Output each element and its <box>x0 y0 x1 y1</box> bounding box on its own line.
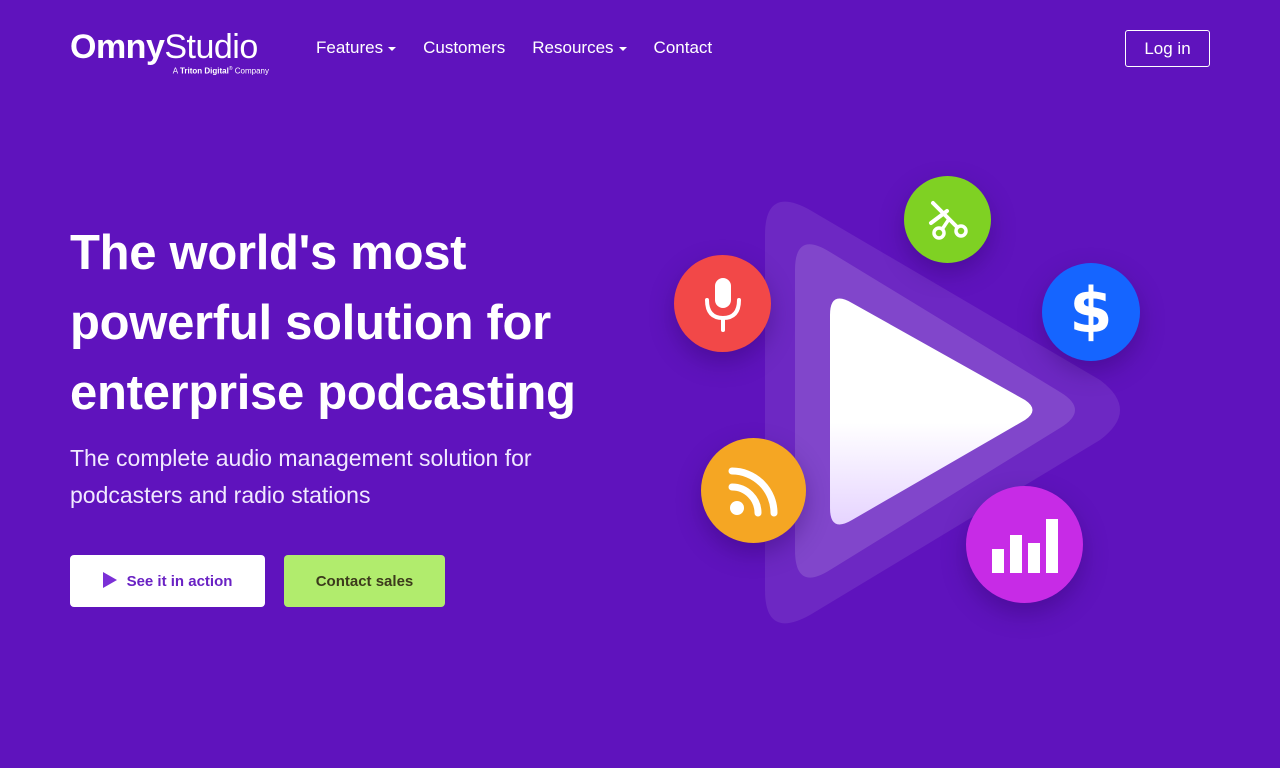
logo-tagline: A Triton Digital® Company <box>172 66 269 76</box>
tagline-brand: Triton Digital <box>179 66 229 76</box>
omny-studio-logo[interactable]: OmnyStudio A Triton Digital® Company <box>70 28 270 76</box>
hero-title-line: powerful solution for <box>70 296 551 350</box>
see-it-in-action-button[interactable]: See it in action <box>70 555 265 607</box>
dollar-icon: $ <box>1042 263 1140 361</box>
hero-title-line: enterprise podcasting <box>70 366 576 420</box>
scissors-icon <box>904 176 991 263</box>
contact-sales-button[interactable]: Contact sales <box>284 555 445 607</box>
button-label: See it in action <box>126 572 233 590</box>
tagline-prefix: A <box>172 66 178 76</box>
logo-name-part1: Omny <box>70 28 165 66</box>
tagline-suffix: Company <box>234 66 269 76</box>
rss-icon <box>701 438 806 543</box>
chevron-down-icon <box>388 47 397 51</box>
nav-item-label: Features <box>316 38 384 57</box>
nav-item-label: Resources <box>532 38 614 57</box>
main-nav: Features Customers Resources Contact <box>316 36 739 60</box>
hero-title-line: The world's most <box>70 226 467 280</box>
chevron-down-icon <box>618 47 627 51</box>
microphone-icon <box>674 255 771 352</box>
logo-name-part2: Studio <box>164 28 258 66</box>
login-button[interactable]: Log in <box>1125 30 1210 67</box>
nav-item-customers[interactable]: Customers <box>423 36 505 60</box>
logo-wordmark: OmnyStudio <box>70 28 258 66</box>
nav-item-features[interactable]: Features <box>316 36 397 60</box>
nav-item-label: Customers <box>423 38 506 57</box>
play-icon <box>102 571 117 588</box>
nav-item-resources[interactable]: Resources <box>532 36 627 60</box>
nav-item-contact[interactable]: Contact <box>654 36 713 60</box>
hero-subtitle-line: The complete audio management solution f… <box>70 445 532 471</box>
hero-subtitle: The complete audio management solution f… <box>70 440 590 514</box>
hero-illustration: $ <box>660 170 1160 640</box>
hero-subtitle-line: podcasters and radio stations <box>70 482 371 508</box>
nav-item-label: Contact <box>653 38 713 57</box>
bar-chart-icon <box>966 486 1083 603</box>
hero-title: The world's most powerful solution for e… <box>70 218 630 428</box>
